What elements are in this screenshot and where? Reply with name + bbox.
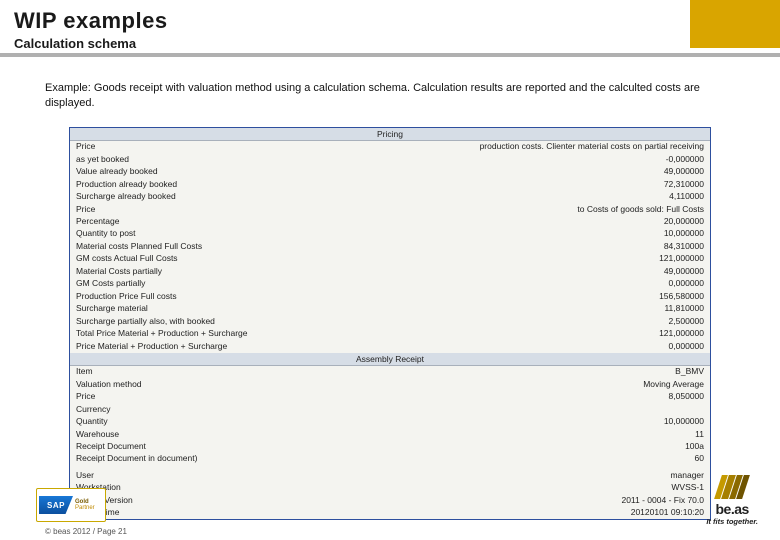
pricing-row: as yet booked-0,000000 [70, 153, 710, 165]
sap-partner-text: Gold Partner [75, 499, 95, 512]
assembly-value: 10,000000 [664, 416, 704, 427]
pricing-value: 84,310000 [664, 241, 704, 252]
pricing-row: Production already booked72,310000 [70, 178, 710, 190]
pricing-label: Price [76, 204, 577, 215]
assembly-row: Price8,050000 [70, 391, 710, 403]
pricing-row: Quantity to post10,000000 [70, 228, 710, 240]
assembly-label: Price [76, 391, 669, 402]
beas-logo: be.as It fits together. [706, 475, 758, 526]
pricing-label: Surcharge partially also, with booked [76, 316, 669, 327]
pricing-value: 0,000000 [669, 341, 704, 352]
pricing-label: GM costs Actual Full Costs [76, 253, 659, 264]
body-text: Example: Goods receipt with valuation me… [0, 57, 780, 121]
beas-tagline: It fits together. [706, 517, 758, 526]
pricing-value: 121,000000 [659, 328, 704, 339]
pricing-row: GM Costs partially0,000000 [70, 278, 710, 290]
assembly-value: B_BMV [675, 366, 704, 377]
page-title: WIP examples [14, 8, 676, 34]
pricing-label: Material costs Planned Full Costs [76, 241, 664, 252]
sap-partner-badge: SAP Gold Partner [36, 488, 106, 522]
assembly-value: 8,050000 [669, 391, 704, 402]
pricing-label: Total Price Material + Production + Surc… [76, 328, 659, 339]
pricing-row: Material Costs partially49,000000 [70, 265, 710, 277]
pricing-label: Quantity to post [76, 228, 664, 239]
pricing-label: Material Costs partially [76, 266, 664, 277]
assembly-value: 60 [695, 453, 704, 464]
assembly-value: 100a [685, 441, 704, 452]
pricing-row: GM costs Actual Full Costs121,000000 [70, 253, 710, 265]
assembly-label: Quantity [76, 416, 664, 427]
sap-logo: SAP [39, 496, 73, 514]
pricing-label: Surcharge material [76, 303, 664, 314]
beas-stripes-icon [714, 475, 750, 499]
assembly-row: Currency [70, 403, 710, 415]
pricing-value: 20,000000 [664, 216, 704, 227]
pricing-value: 72,310000 [664, 179, 704, 190]
price-note-row: Price production costs. Clienter materia… [70, 141, 710, 153]
assembly-row: Receipt Document100a [70, 440, 710, 452]
assembly-label: Item [76, 366, 675, 377]
pricing-row: Price Material + Production + Surcharge0… [70, 340, 710, 352]
assembly-label: Valuation method [76, 379, 643, 390]
assembly-row: Valuation methodMoving Average [70, 378, 710, 390]
footer: SAP Gold Partner © beas 2012 / Page 21 b… [0, 478, 780, 540]
beas-brand: be.as [706, 501, 758, 517]
assembly-header: Assembly Receipt [70, 353, 710, 366]
pricing-value: 4,110000 [669, 191, 704, 202]
pricing-value: 0,000000 [669, 278, 704, 289]
assembly-label: Receipt Document in document) [76, 453, 695, 464]
pricing-value: 2,500000 [669, 316, 704, 327]
pricing-value: 49,000000 [664, 266, 704, 277]
pricing-value: 10,000000 [664, 228, 704, 239]
pricing-label: Value already booked [76, 166, 664, 177]
assembly-value: Moving Average [643, 379, 704, 390]
pricing-value: 156,580000 [659, 291, 704, 302]
assembly-row: Warehouse11 [70, 428, 710, 440]
pricing-row: Surcharge already booked4,110000 [70, 191, 710, 203]
pricing-row: Priceto Costs of goods sold: Full Costs [70, 203, 710, 215]
copyright: © beas 2012 / Page 21 [45, 527, 127, 536]
assembly-label: Receipt Document [76, 441, 685, 452]
pricing-row: Value already booked49,000000 [70, 166, 710, 178]
pricing-row: Material costs Planned Full Costs84,3100… [70, 240, 710, 252]
pricing-value: 49,000000 [664, 166, 704, 177]
pricing-label: Production already booked [76, 179, 664, 190]
pricing-value: 121,000000 [659, 253, 704, 264]
assembly-row: Receipt Document in document)60 [70, 453, 710, 465]
pricing-value: -0,000000 [666, 154, 704, 165]
assembly-row: Quantity10,000000 [70, 416, 710, 428]
pricing-label: Production Price Full costs [76, 291, 659, 302]
assembly-value: 11 [695, 429, 704, 440]
pricing-label: GM Costs partially [76, 278, 669, 289]
slide-header: WIP examples Calculation schema [0, 0, 780, 57]
assembly-label: Warehouse [76, 429, 695, 440]
pricing-label: Surcharge already booked [76, 191, 669, 202]
accent-box [690, 0, 780, 48]
pricing-header: Pricing [70, 128, 710, 141]
pricing-row: Total Price Material + Production + Surc… [70, 328, 710, 340]
assembly-row: ItemB_BMV [70, 366, 710, 378]
calc-schema-screenshot: Pricing Price production costs. Clienter… [69, 127, 711, 521]
pricing-row: Percentage20,000000 [70, 216, 710, 228]
pricing-row: Production Price Full costs156,580000 [70, 290, 710, 302]
header-rule [0, 53, 780, 57]
pricing-value: 11,810000 [664, 303, 704, 314]
pricing-label: as yet booked [76, 154, 666, 165]
pricing-label: Percentage [76, 216, 664, 227]
page-subtitle: Calculation schema [14, 36, 676, 51]
assembly-label: Currency [76, 404, 704, 415]
pricing-value: to Costs of goods sold: Full Costs [577, 204, 704, 215]
pricing-label: Price Material + Production + Surcharge [76, 341, 669, 352]
pricing-row: Surcharge material11,810000 [70, 303, 710, 315]
pricing-row: Surcharge partially also, with booked2,5… [70, 315, 710, 327]
